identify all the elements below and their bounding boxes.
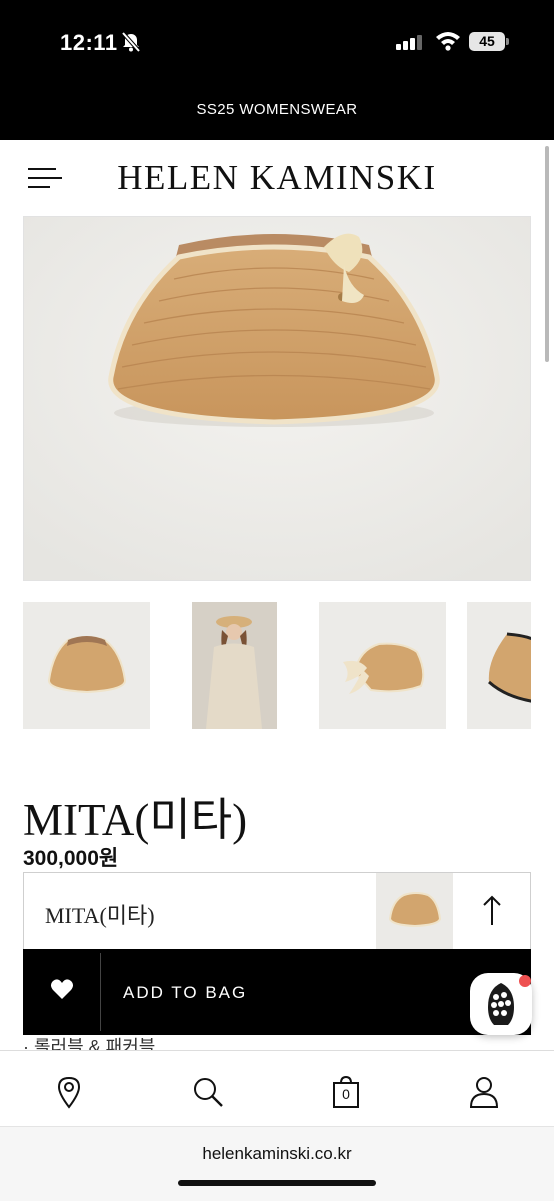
home-indicator [178, 1180, 376, 1186]
thumbnail-3[interactable] [319, 602, 446, 729]
url-text[interactable]: helenkaminski.co.kr [0, 1144, 554, 1164]
add-to-bag-button[interactable]: ADD TO BAG [123, 983, 247, 1003]
account-icon[interactable] [466, 1074, 502, 1110]
silent-bell-icon [121, 31, 141, 53]
cart-button[interactable]: 0 [328, 1074, 364, 1110]
hamburger-line [28, 168, 56, 170]
menu-button[interactable] [28, 164, 62, 194]
hamburger-line [28, 186, 50, 188]
scroll-top-arrow-icon[interactable] [474, 891, 510, 931]
visor-thumbnail-image [23, 602, 150, 729]
thumbnail-1[interactable] [23, 602, 150, 729]
wishlist-button[interactable] [23, 949, 101, 1035]
heart-icon [51, 979, 73, 999]
scrollbar[interactable] [545, 146, 549, 362]
visor-mini-image [376, 873, 453, 949]
location-icon[interactable] [51, 1074, 87, 1110]
sticky-product-thumbnail [376, 873, 453, 949]
wifi-icon [436, 32, 460, 51]
status-time: 12:11 [60, 30, 118, 55]
model-thumbnail-image [192, 602, 277, 729]
thumbnail-2[interactable] [192, 602, 277, 729]
product-title: MITA(미타) [23, 795, 248, 845]
visor-back-thumbnail-image [319, 602, 446, 729]
top-banner [0, 0, 554, 140]
sticky-product-name: MITA(미타) [45, 903, 155, 928]
product-price: 300,000원 [23, 847, 119, 870]
battery-indicator: 45 [469, 32, 505, 51]
promo-banner[interactable]: SS25 WOMENSWEAR [0, 101, 554, 118]
cart-count: 0 [342, 1086, 350, 1102]
bar-divider [100, 953, 101, 1031]
search-icon[interactable] [190, 1074, 226, 1110]
signal-icon [396, 35, 422, 50]
product-hero-image[interactable] [23, 216, 531, 581]
brand-logo[interactable]: HELEN KAMINSKI [80, 158, 474, 198]
battery-cap [506, 38, 509, 45]
visor-hat-image [24, 217, 530, 580]
hamburger-line [28, 177, 62, 179]
visor-side-thumbnail-image [467, 602, 531, 729]
thumbnail-4[interactable] [467, 602, 531, 729]
notification-dot [519, 975, 531, 987]
